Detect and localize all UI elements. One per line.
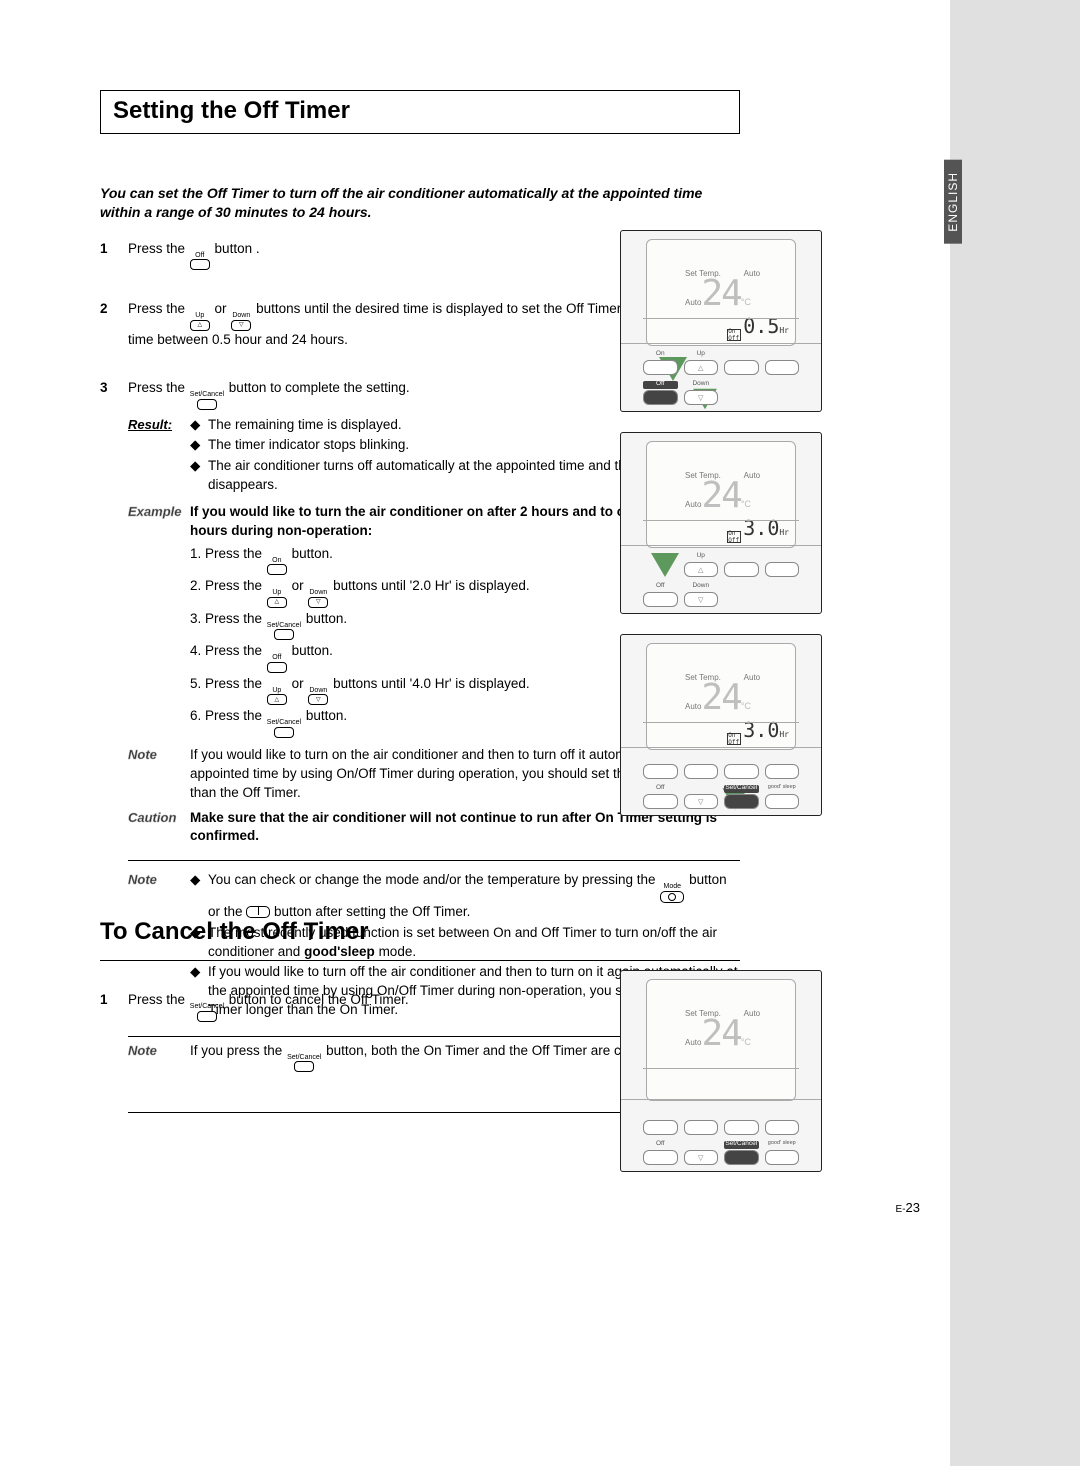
setcancel-button-icon: Set/Cancel (287, 1054, 321, 1073)
caution-label: Caution (128, 809, 190, 847)
remote-display-1: Set Temp. Auto Auto 24 °C On Off 0.5 Hr (620, 230, 822, 412)
note-label: Note (128, 1042, 190, 1073)
up-button: △ (684, 562, 719, 577)
step-number: 1 (100, 991, 128, 1123)
off-button (643, 794, 678, 809)
off-button (643, 390, 678, 405)
blank-button (765, 764, 800, 779)
blank-button (724, 562, 759, 577)
down-button-icon: Down▽ (308, 687, 328, 706)
remote-illustrations: Set Temp. Auto Auto 24 °C On Off 0.5 Hr (620, 230, 845, 836)
goodsleep-button (765, 794, 800, 809)
temp-value: 24 (701, 283, 740, 305)
down-button-icon: Down▽ (308, 589, 328, 608)
result-label: Result: (128, 416, 190, 434)
page-title: Setting the Off Timer (100, 90, 740, 134)
blank-button (684, 764, 719, 779)
divider (100, 960, 740, 961)
text: Press the (128, 301, 189, 316)
setcancel-button-icon: Set/Cancel (190, 391, 224, 410)
cancel-title: To Cancel the Off Timer (100, 918, 740, 946)
text: button . (215, 241, 260, 256)
down-button: ▽ (684, 794, 719, 809)
setcancel-button-icon: Set/Cancel (267, 622, 301, 641)
on-button (643, 360, 678, 375)
page-margin (950, 0, 1080, 1466)
result-a: The remaining time is displayed. (208, 416, 402, 435)
mode-button-icon: Mode (660, 883, 684, 903)
setcancel-button (724, 1150, 759, 1165)
text: Press the (128, 380, 189, 395)
text: or (215, 301, 231, 316)
note-label: Note (128, 746, 190, 803)
example-label: Example (128, 503, 190, 740)
text: button to complete the setting. (229, 380, 410, 395)
setcancel-button-icon: Set/Cancel (190, 1003, 224, 1022)
step-number: 2 (100, 300, 128, 349)
off-button (643, 1150, 678, 1165)
on-button-icon: On (267, 557, 287, 576)
remote-display-cancel: Set Temp. Auto Auto 24 °C Off (620, 970, 820, 1192)
blank-button (724, 1120, 759, 1135)
blank-button (765, 360, 800, 375)
page-number: E-23 (896, 1200, 920, 1215)
up-button: △ (684, 360, 719, 375)
language-tab: ENGLISH (944, 160, 962, 244)
up-button-icon: Up △ (190, 312, 210, 331)
intro-text: You can set the Off Timer to turn off th… (100, 184, 740, 222)
down-button: ▽ (684, 592, 719, 607)
text: Press the (128, 241, 189, 256)
step-number: 1 (100, 240, 128, 271)
divider (128, 860, 740, 861)
down-button: ▽ (684, 390, 719, 405)
remote-display-2: Set Temp. Auto Auto 24 °C On Off 3.0 Hr (620, 432, 822, 614)
off-button-icon: Off (190, 252, 210, 271)
up-button-icon: Up△ (267, 589, 287, 608)
blank-button (684, 1120, 719, 1135)
manual-page: ENGLISH Setting the Off Timer You can se… (0, 0, 1080, 1466)
result-b: The timer indicator stops blinking. (208, 436, 409, 455)
remote-display-3: Set Temp. Auto Auto 24 °C On Off 3.0 Hr (620, 634, 822, 816)
off-button-icon: Off (267, 654, 287, 673)
down-button-icon: Down ▽ (231, 312, 251, 331)
blank-button (724, 360, 759, 375)
blank-button (724, 764, 759, 779)
blank-button (643, 764, 678, 779)
setcancel-button-icon: Set/Cancel (267, 719, 301, 738)
up-button-icon: Up△ (267, 687, 287, 706)
blank-button (765, 1120, 800, 1135)
setcancel-button (724, 794, 759, 809)
blank-button (765, 562, 800, 577)
down-button: ▽ (684, 1150, 719, 1165)
blank-button (643, 1120, 678, 1135)
goodsleep-button (765, 1150, 800, 1165)
off-button (643, 592, 678, 607)
